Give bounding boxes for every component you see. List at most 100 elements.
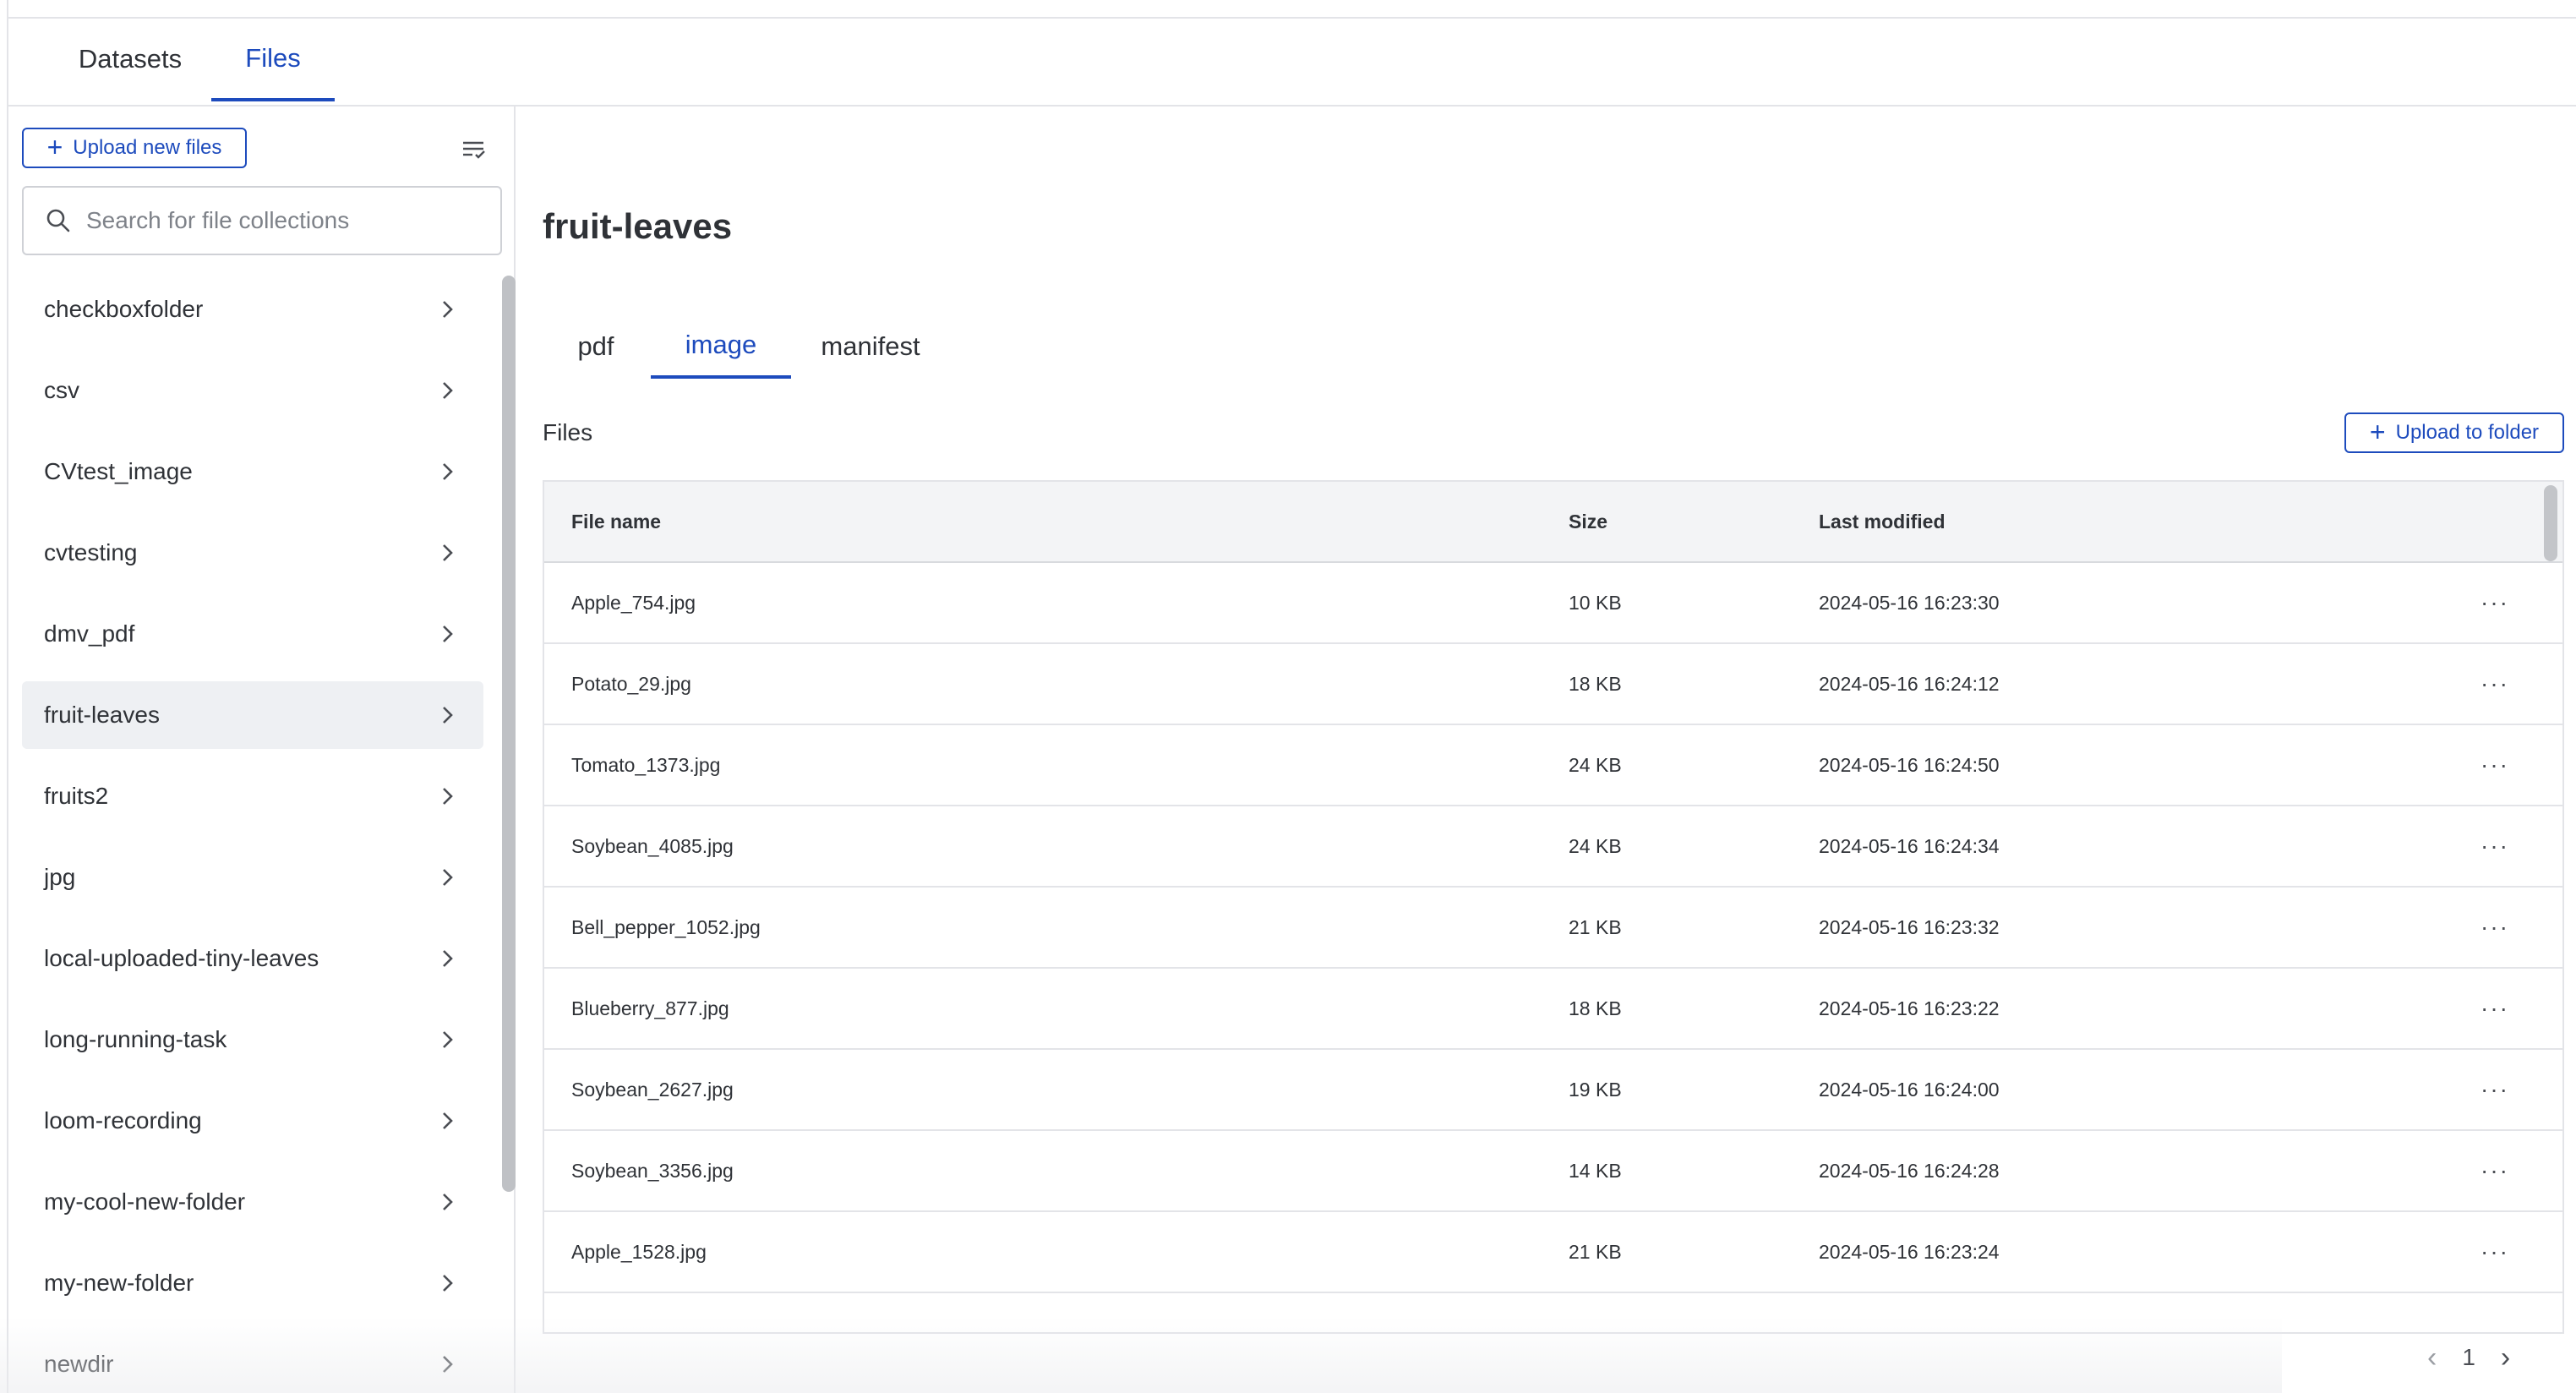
page-number[interactable]: 1 <box>2462 1344 2475 1371</box>
tab-files[interactable]: Files <box>211 19 335 101</box>
folder-item-label: my-cool-new-folder <box>44 1188 246 1215</box>
table-row[interactable]: Soybean_4085.jpg 24 KB 2024-05-16 16:24:… <box>544 806 2562 888</box>
files-section-label: Files <box>543 419 593 445</box>
folder-item-label: my-new-folder <box>44 1270 194 1296</box>
file-size-cell: 18 KB <box>1569 672 1622 695</box>
search-box <box>22 186 502 255</box>
sidebar-scrollbar-thumb[interactable] <box>502 276 516 1192</box>
app-root: Datasets Files + Upload new files checkb… <box>0 0 2576 1393</box>
folder-item[interactable]: my-cool-new-folder <box>22 1168 483 1236</box>
column-header-last-modified[interactable]: Last modified <box>1819 511 2461 533</box>
table-header: File name Size Last modified <box>544 482 2562 563</box>
file-size-cell: 18 KB <box>1569 997 1622 1019</box>
tab-pdf[interactable]: pdf <box>549 314 642 379</box>
folder-item-label: fruits2 <box>44 783 109 809</box>
upload-new-files-button[interactable]: + Upload new files <box>22 128 247 168</box>
pagination: ‹ 1 › <box>2427 1332 2510 1383</box>
more-horizontal-icon[interactable]: ··· <box>2461 589 2529 616</box>
folder-item-label: fruit-leaves <box>44 702 160 728</box>
more-horizontal-icon[interactable]: ··· <box>2461 995 2529 1022</box>
folder-item-selected[interactable]: fruit-leaves <box>22 681 483 749</box>
folder-item[interactable]: local-uploaded-tiny-leaves <box>22 925 483 992</box>
chevron-right-icon[interactable]: › <box>2501 1341 2510 1374</box>
more-horizontal-icon[interactable]: ··· <box>2461 1076 2529 1103</box>
file-name-cell: Bell_pepper_1052.jpg <box>571 915 761 938</box>
upload-to-folder-button[interactable]: + Upload to folder <box>2344 412 2564 453</box>
tab-image[interactable]: image <box>651 314 791 379</box>
file-name-cell: Apple_1528.jpg <box>571 1240 707 1263</box>
more-horizontal-icon[interactable]: ··· <box>2461 914 2529 941</box>
file-name-cell: Blueberry_877.jpg <box>571 997 729 1019</box>
folder-item[interactable]: loom-recording <box>22 1087 483 1155</box>
table-row[interactable]: Bell_pepper_1052.jpg 21 KB 2024-05-16 16… <box>544 888 2562 969</box>
more-horizontal-icon[interactable]: ··· <box>2461 670 2529 697</box>
table-row[interactable]: Apple_1528.jpg 21 KB 2024-05-16 16:23:24… <box>544 1212 2562 1293</box>
more-horizontal-icon[interactable]: ··· <box>2461 751 2529 778</box>
last-modified-cell: 2024-05-16 16:23:24 <box>1819 1240 2000 1263</box>
folder-item-label: cvtesting <box>44 539 138 565</box>
folder-item-label: CVtest_image <box>44 458 193 484</box>
search-input[interactable] <box>86 207 492 234</box>
folder-item-label: csv <box>44 377 79 403</box>
chevron-right-icon <box>443 382 453 399</box>
table-row[interactable]: Apple_754.jpg 10 KB 2024-05-16 16:23:30 … <box>544 563 2562 644</box>
folder-item-label: dmv_pdf <box>44 620 135 647</box>
folder-item[interactable]: dmv_pdf <box>22 600 483 668</box>
chevron-right-icon <box>443 707 453 724</box>
file-name-cell: Potato_29.jpg <box>571 672 691 695</box>
search-icon <box>46 209 70 232</box>
last-modified-cell: 2024-05-16 16:24:00 <box>1819 1078 2000 1101</box>
folder-item[interactable]: CVtest_image <box>22 438 483 505</box>
files-table: File name Size Last modified Apple_754.j… <box>543 480 2564 1334</box>
file-size-cell: 10 KB <box>1569 591 1622 614</box>
table-row[interactable]: Potato_29.jpg 18 KB 2024-05-16 16:24:12 … <box>544 644 2562 725</box>
upload-to-folder-label: Upload to folder <box>2395 421 2540 444</box>
chevron-right-icon <box>443 788 453 805</box>
table-row[interactable]: Blueberry_877.jpg 18 KB 2024-05-16 16:23… <box>544 969 2562 1050</box>
folder-item-label: long-running-task <box>44 1026 227 1052</box>
folder-item[interactable]: jpg <box>22 844 483 911</box>
filter-list-icon[interactable] <box>461 137 487 162</box>
chevron-right-icon <box>443 625 453 642</box>
folder-item[interactable]: cvtesting <box>22 519 483 587</box>
tab-manifest[interactable]: manifest <box>800 314 941 379</box>
table-row[interactable]: Soybean_3356.jpg 14 KB 2024-05-16 16:24:… <box>544 1131 2562 1212</box>
folder-item[interactable]: fruits2 <box>22 762 483 830</box>
table-row[interactable]: Tomato_1373.jpg 24 KB 2024-05-16 16:24:5… <box>544 725 2562 806</box>
file-size-cell: 24 KB <box>1569 834 1622 857</box>
chevron-left-icon[interactable]: ‹ <box>2427 1341 2437 1374</box>
file-size-cell: 24 KB <box>1569 753 1622 776</box>
chevron-right-icon <box>443 301 453 318</box>
folder-item-label: newdir <box>44 1351 114 1377</box>
folder-item-label: loom-recording <box>44 1107 202 1134</box>
chevron-right-icon <box>443 544 453 561</box>
chevron-right-icon <box>443 1275 453 1292</box>
column-header-size[interactable]: Size <box>1569 511 1819 533</box>
file-size-cell: 19 KB <box>1569 1078 1622 1101</box>
folder-item-label: checkboxfolder <box>44 296 204 322</box>
last-modified-cell: 2024-05-16 16:24:34 <box>1819 834 2000 857</box>
main-panel: fruit-leaves pdf image manifest Files + … <box>516 107 2576 1393</box>
column-header-file-name[interactable]: File name <box>544 511 1569 533</box>
folder-item[interactable]: checkboxfolder <box>22 276 483 343</box>
last-modified-cell: 2024-05-16 16:24:28 <box>1819 1159 2000 1182</box>
sidebar: + Upload new files checkboxfolder csv <box>7 107 516 1393</box>
last-modified-cell: 2024-05-16 16:24:12 <box>1819 672 2000 695</box>
table-row[interactable]: Soybean_2627.jpg 19 KB 2024-05-16 16:24:… <box>544 1050 2562 1131</box>
last-modified-cell: 2024-05-16 16:24:50 <box>1819 753 2000 776</box>
more-horizontal-icon[interactable]: ··· <box>2461 1157 2529 1184</box>
folder-item[interactable]: newdir <box>22 1330 483 1393</box>
folder-item[interactable]: csv <box>22 357 483 424</box>
chevron-right-icon <box>443 1194 453 1210</box>
chevron-right-icon <box>443 869 453 886</box>
more-horizontal-icon[interactable]: ··· <box>2461 1238 2529 1265</box>
table-scrollbar-thumb[interactable] <box>2544 485 2557 561</box>
chevron-right-icon <box>443 463 453 480</box>
file-size-cell: 21 KB <box>1569 915 1622 938</box>
more-horizontal-icon[interactable]: ··· <box>2461 833 2529 860</box>
tab-datasets[interactable]: Datasets <box>57 19 203 100</box>
folder-item[interactable]: long-running-task <box>22 1006 483 1073</box>
folder-list: checkboxfolder csv CVtest_image cvtestin… <box>22 276 483 1393</box>
folder-item[interactable]: my-new-folder <box>22 1249 483 1317</box>
file-name-cell: Apple_754.jpg <box>571 591 696 614</box>
